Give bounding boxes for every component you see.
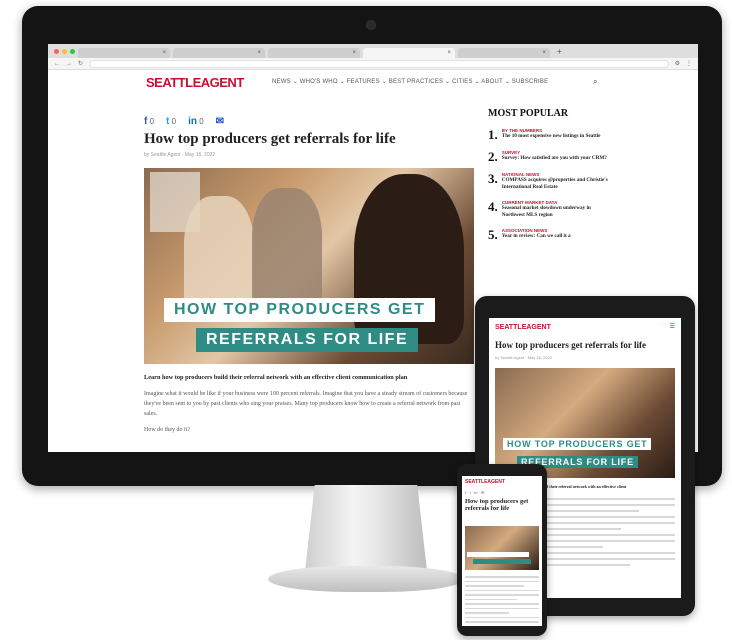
hero-image: HOW TOP PRODUCERS GET REFERRALS FOR LIFE: [495, 368, 675, 478]
list-item[interactable]: 3. NATIONAL NEWS COMPASS acquires @proper…: [488, 172, 608, 191]
browser-tab[interactable]: ×: [78, 48, 170, 58]
article-byline: by Seattle Agent · May 16, 2022: [495, 355, 552, 360]
extensions-icon[interactable]: ⚙: [675, 60, 680, 67]
maximize-window-icon[interactable]: [70, 48, 75, 54]
phone-device: SEATTLEAGENT f · t · in · ✉ How top prod…: [457, 464, 547, 636]
email-share-icon[interactable]: ✉: [216, 116, 224, 127]
new-tab-button[interactable]: +: [557, 47, 562, 56]
list-item[interactable]: 5. ASSOCIATION NEWS Year in review: Can w…: [488, 228, 608, 241]
site-header: SEATTLEAGENT NEWS ⌄ WHO'S WHO ⌄ FEATURES…: [48, 70, 698, 94]
list-item[interactable]: 4. CURRENT MARKET DATA Seasonal market sl…: [488, 200, 608, 219]
article-paragraph: How do they do it?: [144, 427, 190, 433]
back-icon[interactable]: ←: [54, 61, 60, 67]
hamburger-menu-icon[interactable]: ☰: [670, 323, 675, 330]
main-menu[interactable]: NEWS ⌄ WHO'S WHO ⌄ FEATURES ⌄ BEST PRACT…: [272, 78, 548, 85]
browser-tab[interactable]: ×: [268, 48, 360, 58]
facebook-share[interactable]: f 0: [144, 116, 154, 127]
linkedin-share[interactable]: in 0: [188, 116, 204, 127]
phone-screen: SEATTLEAGENT f · t · in · ✉ How top prod…: [462, 476, 542, 626]
search-icon[interactable]: ⌕: [593, 77, 597, 87]
browser-tab[interactable]: ×: [458, 48, 550, 58]
hero-banner-line1: HOW TOP PRODUCERS GET: [503, 438, 652, 450]
site-logo[interactable]: SEATTLEAGENT: [465, 479, 505, 485]
device-mockup: × × × × × + ← → ↻ ⚙ ⋮ SEATTLEAGENT NEWS …: [0, 0, 732, 640]
article-headline: How top producers get referrals for life: [144, 131, 396, 147]
share-bar[interactable]: f · t · in · ✉: [465, 490, 484, 495]
hero-banner-line1: HOW TOP PRODUCERS GET: [164, 298, 436, 322]
close-tab-icon[interactable]: ×: [542, 50, 546, 56]
monitor-base: [268, 566, 464, 592]
close-tab-icon[interactable]: ×: [257, 50, 261, 56]
minimize-window-icon[interactable]: [62, 48, 67, 54]
site-logo[interactable]: SEATTLEAGENT: [146, 75, 244, 90]
forward-icon[interactable]: →: [66, 61, 72, 67]
hero-image: HOW TOP PRODUCERS GET REFERRALS FOR LIFE: [144, 168, 474, 364]
article-text-placeholder: [465, 576, 539, 626]
article-headline: How top producers get referrals for life: [495, 340, 646, 350]
article-lede: Learn how top producers build their refe…: [144, 374, 408, 381]
article-byline: by Seattle Agent · May 16, 2022: [144, 152, 216, 158]
close-tab-icon[interactable]: ×: [352, 50, 356, 56]
article-headline: How top producers get referrals for life: [465, 498, 529, 512]
close-tab-icon[interactable]: ×: [447, 50, 451, 56]
close-window-icon[interactable]: [54, 48, 59, 54]
menu-icon[interactable]: ⋮: [686, 60, 692, 67]
twitter-share[interactable]: t 0: [166, 116, 176, 127]
browser-toolbar: ← → ↻ ⚙ ⋮: [48, 58, 698, 70]
share-bar: f 0 t 0 in 0 ✉: [144, 116, 474, 127]
site-logo[interactable]: SEATTLEAGENT: [495, 324, 551, 331]
browser-tab-active[interactable]: ×: [363, 48, 455, 58]
list-item[interactable]: 1. BY THE NUMBERS The 10 most expensive n…: [488, 128, 608, 141]
browser-tab-strip: × × × × × +: [48, 44, 698, 58]
linkedin-icon: in: [188, 116, 197, 127]
sidebar-heading: MOST POPULAR: [488, 108, 569, 119]
facebook-icon: f: [144, 116, 148, 127]
list-item[interactable]: 2. SURVEY Survey: How satisfied are you w…: [488, 150, 608, 163]
article-paragraph: Imagine what it would be like if your bu…: [144, 391, 468, 417]
close-tab-icon[interactable]: ×: [162, 50, 166, 56]
monitor-stand: [305, 485, 427, 571]
webcam-icon: [366, 20, 376, 30]
most-popular-sidebar: MOST POPULAR 1. BY THE NUMBERS The 10 mos…: [488, 108, 608, 241]
browser-tab[interactable]: ×: [173, 48, 265, 58]
hero-banner-line2: REFERRALS FOR LIFE: [196, 328, 419, 352]
hero-image: [465, 526, 539, 570]
reload-icon[interactable]: ↻: [78, 60, 83, 67]
address-bar[interactable]: [89, 59, 669, 68]
article: f 0 t 0 in 0 ✉ How top producers get ref…: [144, 116, 474, 433]
twitter-icon: t: [166, 116, 170, 127]
